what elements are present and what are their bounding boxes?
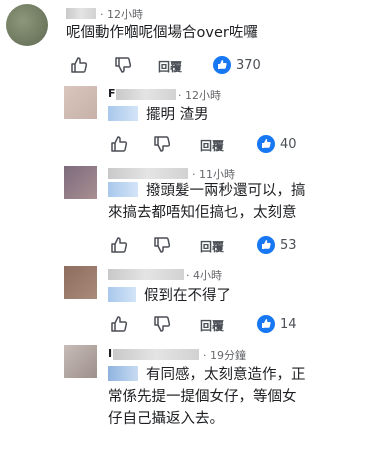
avatar[interactable]: [6, 4, 48, 46]
comment-time[interactable]: · 4小時: [186, 267, 222, 283]
comment-1: · 12小時 呢個動作嗰呢個場合over咗囉 回覆 370: [0, 0, 369, 82]
comment-2: F · 12小時 擺明 渣男 回覆 40: [0, 82, 369, 162]
like-badge-icon: [257, 236, 275, 254]
like-badge-icon: [257, 135, 275, 153]
thumbs-up-icon[interactable]: [110, 135, 128, 153]
thumbs-down-icon[interactable]: [153, 135, 171, 153]
comment-3: · 11小時 撥頭髮一兩秒還可以，搞 來搞去都唔知佢搞乜，太刻意 回覆 53: [0, 162, 369, 262]
comment-text: 擺明 渣男: [108, 104, 209, 126]
thumbs-down-icon[interactable]: [153, 236, 171, 254]
comment-text: 撥頭髮一兩秒還可以，搞 來搞去都唔知佢搞乜，太刻意: [108, 182, 306, 221]
comment-time[interactable]: · 12小時: [178, 87, 221, 103]
commenter-name[interactable]: [108, 168, 188, 179]
comment-5: I · 19分鐘 有同感，太刻意造作，正 常係先提一提個女仔，等個女 仔自己攝返…: [0, 340, 369, 465]
commenter-name[interactable]: [113, 349, 199, 360]
commenter-name[interactable]: [66, 8, 96, 19]
like-count[interactable]: 370: [236, 58, 261, 73]
like-count[interactable]: 14: [280, 317, 297, 332]
comment-text: 有同感，太刻意造作，正 常係先提一提個女仔，等個女 仔自己攝返入去。: [108, 366, 306, 427]
comment-actions: 回覆 14: [108, 315, 308, 337]
comment-actions: 回覆 370: [66, 56, 266, 78]
avatar[interactable]: [64, 86, 97, 119]
thumbs-up-icon[interactable]: [110, 236, 128, 254]
avatar[interactable]: [64, 266, 97, 299]
comment-actions: 回覆 40: [108, 135, 308, 157]
commenter-name[interactable]: [108, 269, 184, 280]
like-badge-icon: [213, 56, 231, 74]
like-count[interactable]: 40: [280, 137, 297, 152]
commenter-name-initial[interactable]: F: [108, 87, 116, 100]
like-badge-icon: [257, 315, 275, 333]
mention-tag[interactable]: [108, 182, 138, 197]
comment-time[interactable]: · 19分鐘: [203, 347, 246, 363]
comment-text: 假到在不得了: [108, 285, 231, 307]
avatar[interactable]: [64, 166, 97, 199]
reply-button[interactable]: 回覆: [200, 137, 224, 154]
thumbs-down-icon[interactable]: [114, 56, 132, 74]
reply-button[interactable]: 回覆: [200, 238, 224, 255]
commenter-name[interactable]: [116, 89, 176, 100]
comment-actions: 回覆 53: [108, 236, 308, 258]
thumbs-up-icon[interactable]: [70, 56, 88, 74]
mention-tag[interactable]: [108, 106, 138, 121]
reply-button[interactable]: 回覆: [200, 317, 224, 334]
thumbs-down-icon[interactable]: [153, 315, 171, 333]
reply-button[interactable]: 回覆: [158, 58, 182, 75]
comment-4: · 4小時 假到在不得了 回覆 14: [0, 262, 369, 340]
comment-text: 呢個動作嗰呢個場合over咗囉: [66, 25, 258, 41]
mention-tag[interactable]: [108, 287, 136, 302]
thumbs-up-icon[interactable]: [110, 315, 128, 333]
avatar[interactable]: [64, 345, 97, 378]
comment-time[interactable]: · 12小時: [100, 6, 143, 22]
like-count[interactable]: 53: [280, 238, 297, 253]
commenter-name-initial[interactable]: I: [108, 347, 112, 360]
mention-tag[interactable]: [108, 366, 138, 381]
